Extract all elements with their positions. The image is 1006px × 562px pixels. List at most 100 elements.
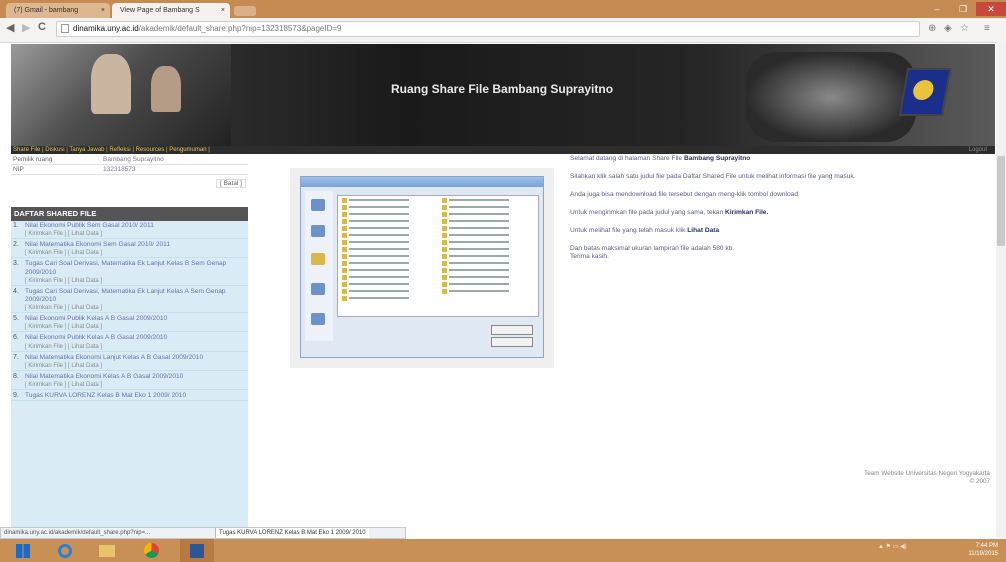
file-title-link[interactable]: Nilai Ekonomi Publik Sem Gasal 2010/ 201… xyxy=(25,222,244,230)
tab-view-page[interactable]: View Page of Bambang S × xyxy=(112,3,230,18)
system-tray[interactable]: ▲ ⚑ ▭ ◀) xyxy=(878,543,907,550)
file-dialog-illustration xyxy=(300,176,544,358)
item-number: 1. xyxy=(13,222,19,229)
file-title-link[interactable]: Tugas Cari Soal Derivasi, Matematika Ek … xyxy=(25,260,244,276)
start-button[interactable] xyxy=(6,539,40,562)
dialog-places-panel xyxy=(305,191,333,341)
file-title-link[interactable]: Nilai Matematika Ekonomi Lanjut Kelas A … xyxy=(25,354,244,362)
profile-value: Bambang Suprayitno xyxy=(103,156,164,163)
file-actions[interactable]: [ Kirimkan File ] [ Lihat Data ] xyxy=(25,362,244,370)
close-icon[interactable]: × xyxy=(101,3,105,18)
link-tooltip: Tugas KURVA LORENZ Kelas B Mat Eko 1 200… xyxy=(215,528,369,538)
taskbar-explorer[interactable] xyxy=(90,539,124,562)
file-actions[interactable]: [ Kirimkan File ] [ Lihat Data ] xyxy=(25,304,244,312)
windows-icon xyxy=(16,543,30,558)
file-title-link[interactable]: Tugas KURVA LORENZ Kelas B Mat Eko 1 200… xyxy=(25,392,244,400)
file-title-link[interactable]: Nilai Matematika Ekonomi Kelas A B Gasal… xyxy=(25,373,244,381)
page-icon xyxy=(61,24,69,33)
list-item: 6. Nilai Ekonomi Publik Kelas A B Gasal … xyxy=(11,334,248,352)
list-item: 1. Nilai Ekonomi Publik Sem Gasal 2010/ … xyxy=(11,222,248,240)
item-number: 8. xyxy=(13,372,19,380)
list-item: 5. Nilai Ekonomi Publik Kelas A B Gasal … xyxy=(11,315,248,333)
owner-profile: Pemilik ruang Bambang Suprayitno NIP 132… xyxy=(11,155,248,195)
file-actions[interactable]: [ Kirimkan File ] [ Lihat Data ] xyxy=(25,230,244,238)
menu-tanya-jawab[interactable]: Tanya Jawab xyxy=(69,147,104,153)
menu-share-file[interactable]: Share File xyxy=(13,147,40,153)
list-item: 4. Tugas Cari Soal Derivasi, Matematika … xyxy=(11,288,248,314)
status-bar: dinamika.uny.ac.id/akademik/default_shar… xyxy=(0,527,406,539)
url-path: /akademik/default_share.php?nip=13231857… xyxy=(138,24,342,33)
star-icon[interactable]: ☆ xyxy=(960,23,969,34)
internet-explorer-icon xyxy=(58,543,72,558)
folder-icon xyxy=(99,544,115,557)
minimize-button[interactable]: – xyxy=(924,2,950,16)
file-actions[interactable]: [ Kirimkan File ] [ Lihat Data ] xyxy=(25,343,244,351)
item-number: 9. xyxy=(13,392,19,400)
file-actions[interactable]: [ Kirimkan File ] [ Lihat Data ] xyxy=(25,277,244,285)
file-actions[interactable]: [ Kirimkan File ] [ Lihat Data ] xyxy=(25,323,244,331)
item-number: 3. xyxy=(13,260,19,268)
file-title-link[interactable]: Nilai Ekonomi Publik Kelas A B Gasal 200… xyxy=(25,315,244,323)
profile-key: NIP xyxy=(13,166,24,173)
taskbar-chrome[interactable] xyxy=(134,539,168,562)
chrome-icon xyxy=(143,543,159,558)
item-number: 2. xyxy=(13,241,19,249)
maximize-button[interactable]: ❐ xyxy=(950,2,976,16)
back-icon[interactable]: ◀ xyxy=(6,21,14,34)
url-domain: dinamika.uny.ac.id xyxy=(73,24,139,33)
file-actions[interactable]: [ Kirimkan File ] [ Lihat Data ] xyxy=(25,381,244,389)
forward-icon[interactable]: ▶ xyxy=(22,21,30,34)
menu-logout[interactable]: Logout xyxy=(969,146,987,154)
vertical-scrollbar[interactable] xyxy=(996,42,1006,538)
menu-resources[interactable]: Resources xyxy=(136,147,165,153)
list-item: 2. Nilai Matematika Ekonomi Sem Gasal 20… xyxy=(11,241,248,259)
network-icon xyxy=(311,313,325,325)
profile-row: Pemilik ruang Bambang Suprayitno xyxy=(11,155,248,165)
batal-button[interactable]: [ Batal ] xyxy=(215,179,246,188)
list-item: 8. Nilai Matematika Ekonomi Kelas A B Ga… xyxy=(11,372,248,391)
banner-collage-image xyxy=(11,44,231,146)
tab-label: (7) Gmail - bambang xyxy=(14,7,79,14)
dialog-file-list xyxy=(337,195,539,317)
close-icon[interactable]: × xyxy=(221,3,225,18)
banner-globe-image xyxy=(746,52,916,142)
clock[interactable]: 7:44 PM 11/19/2015 xyxy=(968,542,998,558)
site-banner: Ruang Share File Bambang Suprayitno xyxy=(11,44,995,146)
intro-paragraph: Selamat datang di halaman Share File Bam… xyxy=(570,155,751,162)
reload-icon[interactable]: C xyxy=(38,21,46,33)
intro-paragraph: Anda juga bisa mendownload file tersebut… xyxy=(570,191,800,198)
profile-value: 132318573 xyxy=(103,166,136,173)
taskbar-word[interactable] xyxy=(180,539,214,562)
dialog-titlebar xyxy=(301,177,543,187)
menu-pengumuman[interactable]: Pengumuman xyxy=(169,147,206,153)
taskbar: ▲ ⚑ ▭ ◀) 7:44 PM 11/19/2015 xyxy=(0,539,1006,562)
welcome-text: Selamat datang di halaman Share File Bam… xyxy=(570,155,990,271)
file-title-link[interactable]: Nilai Matematika Ekonomi Sem Gasal 2010/… xyxy=(25,241,244,249)
close-window-button[interactable]: ✕ xyxy=(976,2,1006,16)
browser-toolbar: ◀ ▶ C dinamika.uny.ac.id/akademik/defaul… xyxy=(0,18,1006,43)
tab-gmail[interactable]: (7) Gmail - bambang × xyxy=(6,3,110,18)
menu-icon[interactable]: ≡ xyxy=(984,23,990,34)
scrollbar-thumb[interactable] xyxy=(997,156,1005,246)
menu-refleksi[interactable]: Refleksi xyxy=(109,147,130,153)
taskbar-ie[interactable] xyxy=(48,539,82,562)
list-item: 9. Tugas KURVA LORENZ Kelas B Mat Eko 1 … xyxy=(11,392,248,402)
file-title-link[interactable]: Nilai Ekonomi Publik Kelas A B Gasal 200… xyxy=(25,334,244,342)
dialog-cancel-button xyxy=(491,337,533,347)
zoom-icon[interactable]: ⊕ xyxy=(928,23,936,34)
browser-titlebar: (7) Gmail - bambang × View Page of Bamba… xyxy=(0,0,1006,18)
file-title-link[interactable]: Tugas Cari Soal Derivasi, Matematika Ek … xyxy=(25,288,244,304)
intro-paragraph: Terima kasih. xyxy=(570,253,609,260)
profile-key: Pemilik ruang xyxy=(13,156,53,163)
item-number: 5. xyxy=(13,315,19,323)
footer-line: Team Website Universitas Negeri Yogyakar… xyxy=(864,470,990,477)
address-bar[interactable]: dinamika.uny.ac.id/akademik/default_shar… xyxy=(56,21,920,37)
menu-diskusi[interactable]: Diskusi xyxy=(45,147,64,153)
list-item: 3. Tugas Cari Soal Derivasi, Matematika … xyxy=(11,260,248,286)
extension-icon[interactable]: ◈ xyxy=(944,23,952,34)
profile-row: NIP 132318573 xyxy=(11,165,248,175)
list-heading: DAFTAR SHARED FILE xyxy=(11,207,248,221)
site-menu: Share File | Diskusi | Tanya Jawab | Ref… xyxy=(11,146,995,154)
new-tab-button[interactable] xyxy=(234,6,256,16)
file-actions[interactable]: [ Kirimkan File ] [ Lihat Data ] xyxy=(25,249,244,257)
